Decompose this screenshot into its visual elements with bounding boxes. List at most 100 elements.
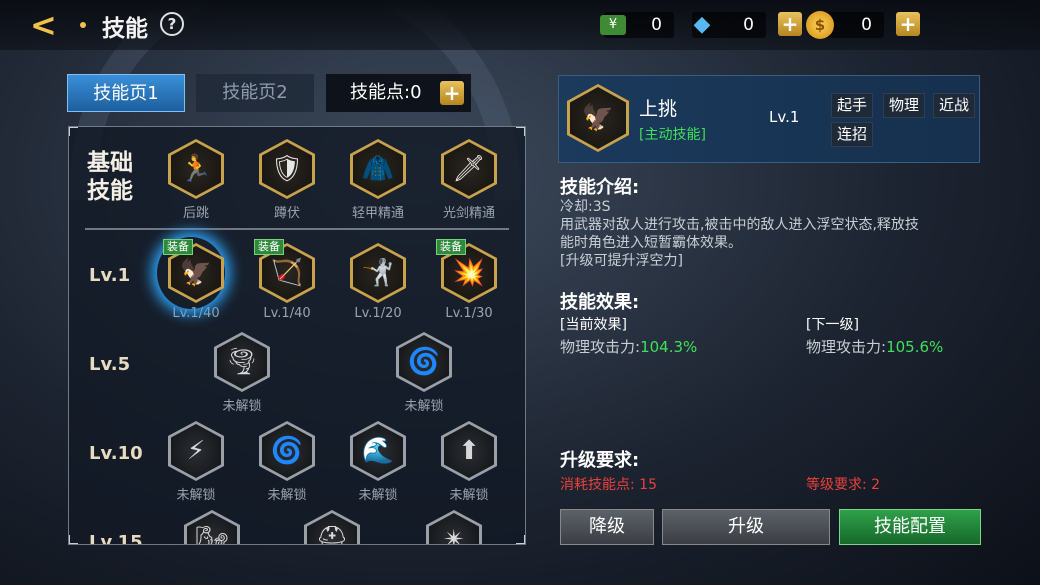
panel-corner xyxy=(516,127,525,136)
skill-crossbow[interactable]: 装备 🏹 Lv.1/40 xyxy=(254,239,320,321)
stat-name: 物理攻击力: xyxy=(806,338,887,356)
skill-helmet[interactable]: ⛑ xyxy=(299,510,365,544)
next-stat-value: 105.6% xyxy=(886,338,944,356)
skill-name: 蹲伏 xyxy=(273,206,300,221)
upward-thrust-icon: ⬆ xyxy=(444,424,494,478)
current-effect-label: [当前效果] xyxy=(560,317,627,333)
skill-locked: 未解锁 xyxy=(449,488,489,503)
skill-wind[interactable]: 🌬 xyxy=(179,510,245,544)
blade-storm-icon: ⚡ xyxy=(171,424,221,478)
add-skill-points-button[interactable]: + xyxy=(440,81,464,105)
tab-skill-page-2[interactable]: 技能页2 xyxy=(196,74,314,112)
tag-combo: 连招 xyxy=(831,122,874,147)
whirlwind-icon: 🌪 xyxy=(217,335,267,389)
tab-skill-page-1[interactable]: 技能页1 xyxy=(67,74,185,112)
effect-heading: 技能效果: xyxy=(560,292,640,313)
top-bar: < 技能 ? ¥ 0 ◆ 0 + $ 0 + xyxy=(0,0,1040,50)
add-diamond-button[interactable]: + xyxy=(778,12,802,36)
skill-locked: 未解锁 xyxy=(404,399,444,414)
skill-spin-slash[interactable]: 🌀 未解锁 xyxy=(391,332,457,414)
basic-label-line: 基础 xyxy=(87,150,133,176)
skill-blade-storm[interactable]: ⚡ 未解锁 xyxy=(163,421,229,503)
required-skill-points: 消耗技能点: 15 xyxy=(560,477,657,493)
skill-config-button[interactable]: 技能配置 xyxy=(839,509,981,545)
intro-heading: 技能介绍: xyxy=(560,177,640,198)
uppercut-slash-icon: 🦅 xyxy=(570,87,626,149)
skill-points-label: 技能点:0 xyxy=(350,82,422,103)
cooldown: 冷却:3S xyxy=(560,199,611,215)
lightsaber-icon: 🗡 xyxy=(444,142,494,196)
required-level: 等级要求: 2 xyxy=(806,477,881,493)
add-gold-button[interactable]: + xyxy=(896,12,920,36)
skill-name: 轻甲精通 xyxy=(351,206,404,221)
skill-level: Lv.1/20 xyxy=(354,306,402,321)
skill-type: [主动技能] xyxy=(639,127,706,143)
row-label-lv1: Lv.1 xyxy=(89,265,131,286)
skill-name: 光剑精通 xyxy=(442,206,495,221)
skill-whirlwind[interactable]: 🌪 未解锁 xyxy=(209,332,275,414)
gold-value: 0 xyxy=(861,15,872,35)
skill-points: 技能点:0 + xyxy=(326,74,471,112)
back-arrow-icon[interactable]: < xyxy=(30,8,66,42)
cash-value: 0 xyxy=(651,15,662,35)
helmet-icon: ⛑ xyxy=(307,513,357,544)
skill-light-armor[interactable]: 🧥 轻甲精通 xyxy=(345,139,411,221)
selected-skill-icon-frame: 🦅 xyxy=(567,84,629,152)
skill-lightsaber[interactable]: 🗡 光剑精通 xyxy=(436,139,502,221)
basic-label-line: 技能 xyxy=(87,178,133,204)
cash-counter: ¥ 0 xyxy=(600,12,674,38)
help-icon[interactable]: ? xyxy=(160,12,184,36)
next-effect-label: [下一级] xyxy=(806,317,859,333)
page-title: 技能 xyxy=(102,16,148,42)
equipped-badge: 装备 xyxy=(254,239,284,255)
tag-melee: 近战 xyxy=(933,93,976,118)
tag-physical: 物理 xyxy=(883,93,926,118)
downgrade-button[interactable]: 降级 xyxy=(560,509,654,545)
current-stat-value: 104.3% xyxy=(640,338,698,356)
skill-name: 后跳 xyxy=(182,206,209,221)
skill-upward-thrust[interactable]: ⬆ 未解锁 xyxy=(436,421,502,503)
skill-description-2: 能时角色进入短暂霸体效果。 xyxy=(560,235,742,251)
cash-icon: ¥ xyxy=(600,15,626,35)
skill-upgrade-hint: [升级可提升浮空力] xyxy=(560,253,683,269)
skill-star-slash[interactable]: ✴ xyxy=(421,510,487,544)
basic-skills-label: 基础 技能 xyxy=(87,149,133,205)
skill-backflip[interactable]: 🏃 后跳 xyxy=(163,139,229,221)
equipped-badge: 装备 xyxy=(436,239,466,255)
skill-locked: 未解锁 xyxy=(358,488,398,503)
stat-name: 物理攻击力: xyxy=(560,338,641,356)
skill-dash-strike[interactable]: 🤺 Lv.1/20 xyxy=(345,243,411,321)
gold-counter: $ 0 xyxy=(806,11,884,39)
skill-vortex[interactable]: 🌀 未解锁 xyxy=(254,421,320,503)
spin-slash-icon: 🌀 xyxy=(399,335,449,389)
requirement-heading: 升级要求: xyxy=(560,450,640,471)
upgrade-button[interactable]: 升级 xyxy=(662,509,830,545)
skill-locked: 未解锁 xyxy=(267,488,307,503)
skill-level: Lv.1 xyxy=(769,108,800,126)
diamond-icon: ◆ xyxy=(693,12,711,37)
skill-level: Lv.1/30 xyxy=(445,306,493,321)
skill-crouch[interactable]: 🛡 蹲伏 xyxy=(254,139,320,221)
row-label-lv15: Lv.15 xyxy=(89,532,143,545)
skill-info-header: 🦅 上挑 [主动技能] Lv.1 起手 物理 近战 连招 xyxy=(558,75,980,163)
wave-icon: 🌊 xyxy=(353,424,403,478)
row-label-lv10: Lv.10 xyxy=(89,443,143,464)
skill-uppercut[interactable]: 装备 🦅 Lv.1/40 xyxy=(163,239,229,321)
panel-corner xyxy=(69,127,78,136)
diamond-value: 0 xyxy=(743,15,754,35)
skill-wave[interactable]: 🌊 未解锁 xyxy=(345,421,411,503)
crouch-icon: 🛡 xyxy=(262,142,312,196)
equipped-badge: 装备 xyxy=(163,239,193,255)
light-armor-icon: 🧥 xyxy=(353,142,403,196)
row-label-lv5: Lv.5 xyxy=(89,354,131,375)
skill-ground-burst[interactable]: 装备 💥 Lv.1/30 xyxy=(436,239,502,321)
wind-icon: 🌬 xyxy=(187,513,237,544)
star-slash-icon: ✴ xyxy=(429,513,479,544)
skill-description: 用武器对敌人进行攻击,被击中的敌人进入浮空状态,释放技 xyxy=(560,217,919,233)
gold-coin-icon: $ xyxy=(806,11,834,39)
next-stat: 物理攻击力:105.6% xyxy=(806,338,943,356)
skill-level: Lv.1/40 xyxy=(263,306,311,321)
vortex-icon: 🌀 xyxy=(262,424,312,478)
tag-starter: 起手 xyxy=(831,93,874,118)
backflip-icon: 🏃 xyxy=(171,142,221,196)
